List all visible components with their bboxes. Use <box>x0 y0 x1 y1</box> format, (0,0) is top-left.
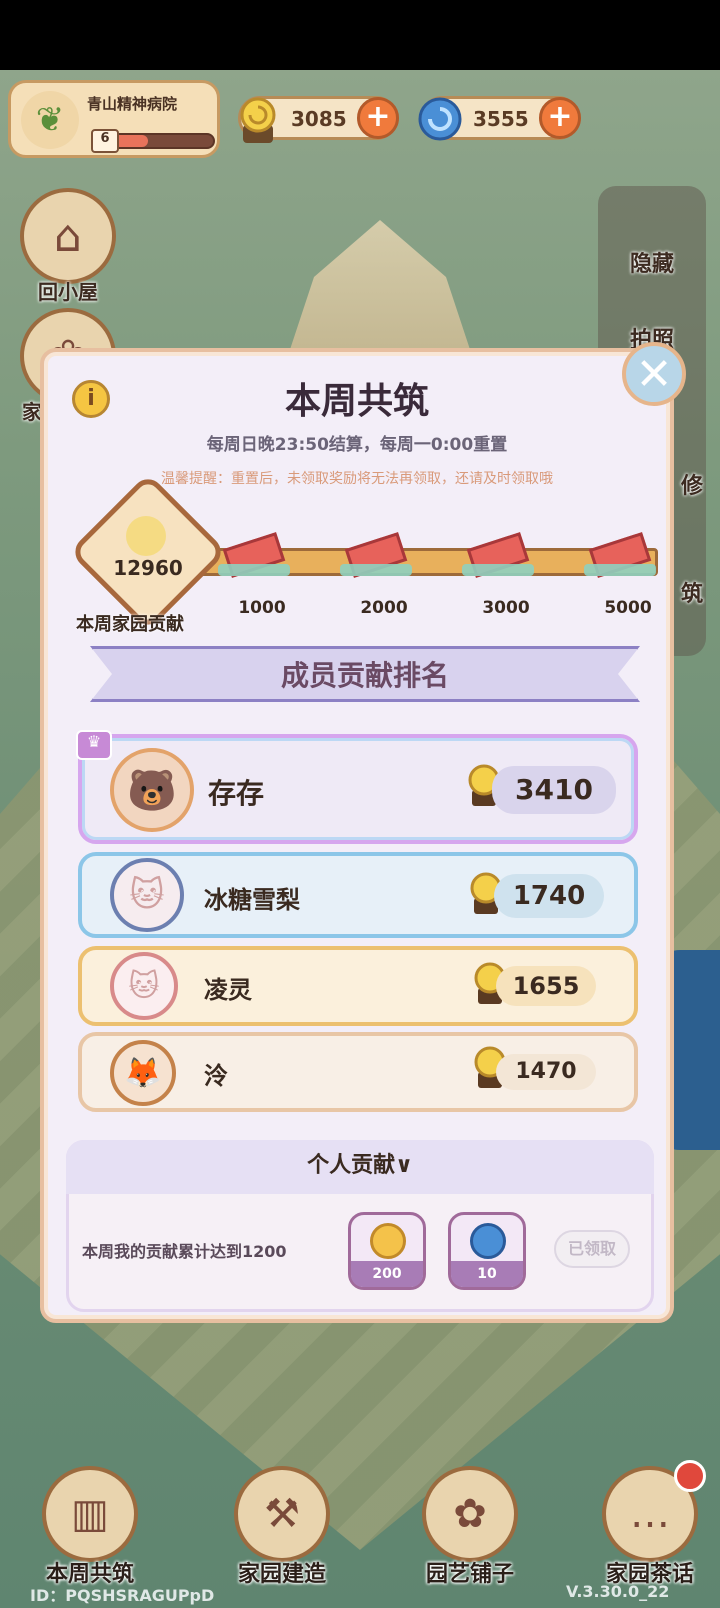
personal-contribution-toggle[interactable]: 个人贡献∨ <box>66 1140 654 1194</box>
milestone-label: 5000 <box>604 598 652 618</box>
reward-value: 10 <box>451 1261 523 1287</box>
list-item[interactable]: 🐱 凌灵 1655 <box>78 946 638 1026</box>
member-name: 冰糖雪梨 <box>204 886 300 914</box>
swirl-gem-icon <box>418 97 462 141</box>
member-score: 1740 <box>494 874 604 918</box>
snail-coin-amount: 3085 <box>291 107 347 131</box>
hide-label[interactable]: 隐藏 <box>598 246 706 278</box>
personal-contribution-desc: 本周我的贡献累计达到1200 <box>82 1242 287 1261</box>
nav-home-build[interactable]: ⚒ 家园建造 <box>222 1466 342 1588</box>
back-home-button[interactable]: ⌂ 回小屋 <box>18 188 118 305</box>
notification-dot <box>674 1460 706 1492</box>
modal-title: 本周共筑 <box>284 381 429 422</box>
player-id: ID：PQSHSRAGUPpD <box>30 1586 215 1605</box>
snail-coin-icon <box>370 1223 406 1259</box>
plant-icon: ❦ <box>21 91 79 149</box>
house-icon: ⌂ <box>20 188 116 284</box>
member-name: 存存 <box>208 777 265 810</box>
member-name: 泠 <box>204 1062 228 1090</box>
version-label: V.3.30.0_22 <box>566 1582 670 1601</box>
claimed-button[interactable]: 已领取 <box>554 1230 630 1268</box>
snail-coin-icon <box>240 97 276 143</box>
member-score: 3410 <box>492 766 616 814</box>
back-home-label: 回小屋 <box>38 280 98 304</box>
flower-basket-icon: ✿ <box>422 1466 518 1562</box>
milestone-label: 3000 <box>482 598 530 618</box>
avatar: 🐻 <box>110 748 194 832</box>
snail-coin-icon <box>126 516 166 556</box>
milestone-gift-3[interactable] <box>462 532 534 580</box>
avatar: 🦊 <box>110 1040 176 1106</box>
milestone-gift-2[interactable] <box>340 532 412 580</box>
level-progress-bar <box>111 133 215 149</box>
home-name: 青山精神病院 <box>87 95 178 113</box>
avatar: 🐱 <box>110 858 184 932</box>
member-name: 凌灵 <box>204 976 252 1004</box>
member-score: 1655 <box>496 966 596 1006</box>
reward-value: 200 <box>351 1261 423 1287</box>
podium-icon: ▥ <box>42 1466 138 1562</box>
ranking-list[interactable]: ♛ 🐻 存存 3410 🐱 冰糖雪梨 1740 🐱 凌灵 1655 🦊 泠 14… <box>70 722 650 1112</box>
snail-coin-counter: 3085 + <box>238 96 399 143</box>
modal-subtitle: 每周日晚23:50结算，每周一0:00重置 <box>206 435 508 455</box>
brick-trowel-icon: ⚒ <box>234 1466 330 1562</box>
list-item[interactable]: 🐱 冰糖雪梨 1740 <box>78 852 638 938</box>
nav-label: 园艺铺子 <box>425 1562 514 1587</box>
home-info-card[interactable]: ❦ 青山精神病院 6 <box>8 80 220 158</box>
nav-garden-shop[interactable]: ✿ 园艺铺子 <box>410 1466 530 1588</box>
level-badge: 6 <box>91 129 119 153</box>
member-score: 1470 <box>496 1054 596 1090</box>
reward-snail-coin[interactable]: 200 <box>348 1212 426 1290</box>
total-contribution-value: 12960 <box>113 556 183 580</box>
gem-amount: 3555 <box>473 107 529 131</box>
nav-weekly-build[interactable]: ▥ 本周共筑 <box>30 1466 150 1588</box>
milestone-label: 1000 <box>238 598 286 618</box>
reward-gem[interactable]: 10 <box>448 1212 526 1290</box>
milestone-label: 2000 <box>360 598 408 618</box>
milestone-gift-1[interactable] <box>218 532 290 580</box>
add-gem-button[interactable]: + <box>539 97 581 139</box>
nav-label: 家园建造 <box>237 1562 326 1587</box>
crown-icon: ♛ <box>76 730 112 760</box>
avatar: 🐱 <box>110 952 178 1020</box>
list-item[interactable]: ♛ 🐻 存存 3410 <box>76 730 638 844</box>
swirl-gem-icon <box>470 1223 506 1259</box>
total-contribution-label: 本周家园贡献 <box>76 614 184 635</box>
list-item[interactable]: 🦊 泠 1470 <box>78 1032 638 1112</box>
milestone-gift-4[interactable] <box>584 532 656 580</box>
gem-counter: 3555 + <box>418 96 581 141</box>
ranking-title: 成员贡献排名 <box>280 659 449 692</box>
add-snail-coin-button[interactable]: + <box>357 97 399 139</box>
